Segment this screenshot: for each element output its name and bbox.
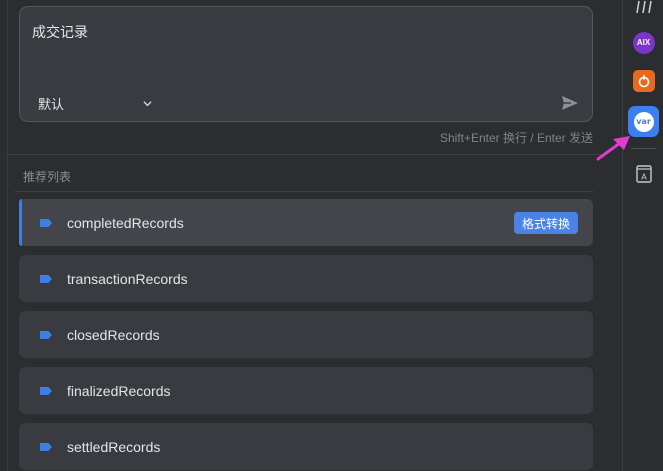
rail-item-plugin[interactable] xyxy=(631,68,656,93)
main-panel: 成交记录 默认 Shift+Enter 换行 / Enter 发送 推荐列表 c… xyxy=(0,0,606,471)
tag-icon xyxy=(40,331,52,339)
list-item-label: completedRecords xyxy=(67,214,184,231)
rail-item-translate[interactable]: A xyxy=(631,161,656,186)
ai-assistant-icon: AIX xyxy=(632,31,655,54)
list-item-label: closedRecords xyxy=(67,326,160,343)
prompt-input-text[interactable]: 成交记录 xyxy=(32,22,88,42)
plugin-icon xyxy=(632,69,655,92)
send-button[interactable] xyxy=(560,93,580,113)
rail-item-bookshelf[interactable] xyxy=(631,0,656,19)
list-item-closed-records[interactable]: closedRecords xyxy=(19,311,593,358)
model-select-dropdown[interactable]: 默认 xyxy=(38,93,153,113)
model-select-label: 默认 xyxy=(38,96,65,112)
recommend-list: completedRecords 格式转换 transactionRecords… xyxy=(19,199,593,471)
variable-naming-icon: var xyxy=(633,111,654,132)
tag-icon xyxy=(40,387,52,395)
list-item-transaction-records[interactable]: transactionRecords xyxy=(19,255,593,302)
send-icon xyxy=(562,96,578,110)
tag-icon xyxy=(40,443,52,451)
recommend-list-title: 推荐列表 xyxy=(23,170,72,184)
pointer-arrow-annotation xyxy=(596,136,630,161)
list-item-finalized-records[interactable]: finalizedRecords xyxy=(19,367,593,414)
keyboard-hint: Shift+Enter 换行 / Enter 发送 xyxy=(439,131,593,145)
rail-item-ai-assistant[interactable]: AIX xyxy=(631,30,656,55)
dictionary-icon: A xyxy=(635,164,652,183)
dictionary-icon-letter: A xyxy=(641,172,647,181)
tag-icon xyxy=(40,275,52,283)
tag-icon xyxy=(40,219,52,227)
app-root: 成交记录 默认 Shift+Enter 换行 / Enter 发送 推荐列表 c… xyxy=(0,0,663,471)
divider xyxy=(15,191,593,192)
list-item-label: transactionRecords xyxy=(67,270,188,287)
format-convert-button[interactable]: 格式转换 xyxy=(513,212,578,234)
list-item-completed-records[interactable]: completedRecords 格式转换 xyxy=(19,199,593,246)
list-item-settled-records[interactable]: settledRecords xyxy=(19,423,593,470)
prompt-input-card[interactable]: 成交记录 默认 xyxy=(19,6,593,122)
chevron-down-icon xyxy=(143,100,152,106)
divider xyxy=(7,154,606,155)
right-tool-rail: AIX var A xyxy=(622,0,663,471)
rail-separator xyxy=(631,148,656,149)
list-item-label: settledRecords xyxy=(67,438,161,455)
list-item-label: finalizedRecords xyxy=(67,382,171,399)
bookshelf-icon xyxy=(635,0,652,13)
